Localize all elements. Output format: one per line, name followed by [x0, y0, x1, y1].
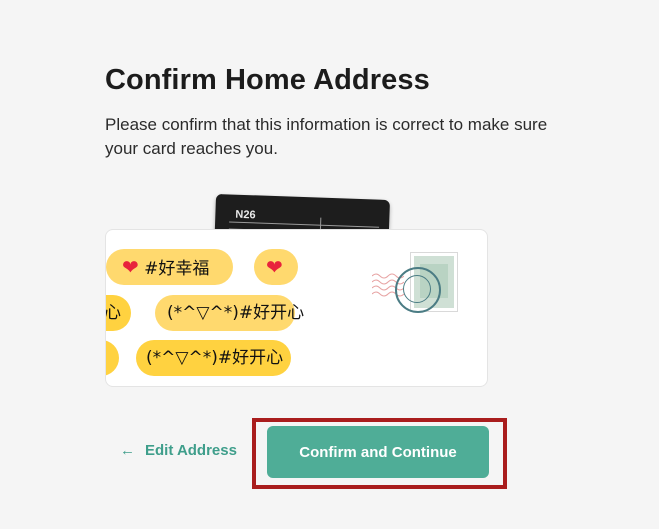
edit-address-link[interactable]: ← Edit Address [120, 442, 237, 459]
arrow-left-icon: ← [120, 442, 135, 459]
heart-icon: ❤ [266, 255, 283, 279]
card-logo: N26 [235, 208, 256, 222]
page-subtitle: Please confirm that this information is … [105, 115, 548, 158]
sticker-text: (*^▽^*)#好开心 [167, 303, 305, 323]
sticker-bubble: (*^▽^*)#好开心 [155, 295, 304, 331]
sticker-bubble [106, 340, 119, 376]
sticker-text: 心 [105, 303, 121, 323]
sticker-text: (*^▽^*)#好开心 [146, 348, 284, 368]
sticker-bubble: ❤ [254, 249, 298, 285]
envelope-illustration: ❤ #好幸福 ❤ 心 (*^▽^*)#好开心 (*^▽^*)#好开心 [105, 229, 488, 387]
postmark-ring [403, 275, 431, 303]
confirm-and-continue-button[interactable]: Confirm and Continue [267, 426, 489, 478]
sticker-bubble: 心 [105, 295, 131, 331]
edit-address-label: Edit Address [145, 442, 237, 459]
postmark-icon [395, 267, 441, 313]
sticker-bubble: (*^▽^*)#好开心 [136, 340, 291, 376]
heart-icon: ❤ [122, 255, 139, 279]
sticker-text: #好幸福 [144, 259, 210, 279]
page-title: Confirm Home Address [105, 64, 430, 96]
sticker-bubble: ❤ #好幸福 [106, 249, 233, 285]
